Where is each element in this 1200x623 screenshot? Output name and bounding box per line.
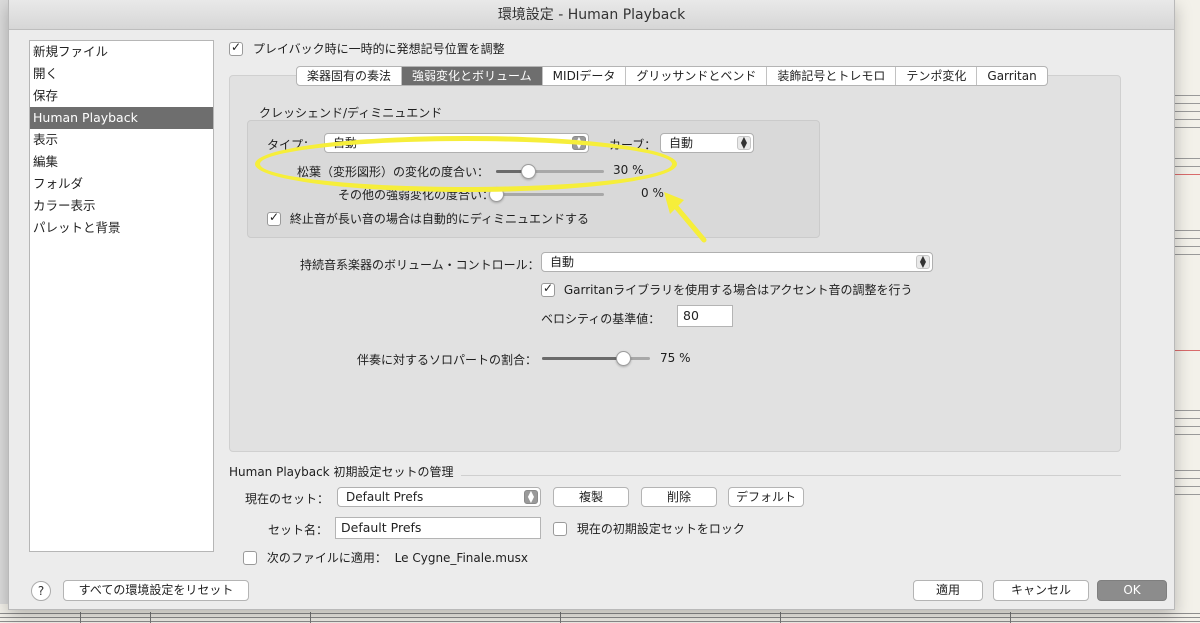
annotation-arrow-icon (664, 192, 707, 243)
adjust-expression-option: プレイバック時に一時的に発想記号位置を調整 (229, 40, 505, 57)
solo-ratio-slider-knob[interactable] (616, 351, 631, 366)
lock-set-checkbox[interactable] (553, 521, 567, 536)
cresc-section-title: クレッシェンド/ディミニュエンド (259, 106, 443, 120)
sustain-select-value: 自動 (550, 255, 575, 269)
set-name-label: セット名： (268, 523, 329, 537)
sidebar-item-folders[interactable]: フォルダ (30, 173, 213, 195)
apply-button[interactable]: 適用 (913, 580, 983, 601)
apply-next-label: 次のファイルに適用： (266, 551, 387, 565)
sidebar-item-view[interactable]: 表示 (30, 129, 213, 151)
current-set-label: 現在のセット： (245, 492, 330, 506)
lock-set-option: 現在の初期設定セットをロック (553, 520, 745, 537)
chevron-updown-icon: ▲ ▼ (916, 255, 930, 269)
curve-select-value: 自動 (669, 136, 694, 150)
delete-button[interactable]: 削除 (641, 487, 717, 507)
window-title: 環境設定 - Human Playback (9, 0, 1174, 30)
solo-ratio-slider[interactable] (542, 351, 650, 366)
solo-ratio-slider-fill (542, 357, 623, 360)
chevron-updown-icon: ▲ ▼ (524, 490, 538, 504)
auto-dim-label: 終止音が長い音の場合は自動的にディミニュエンドする (289, 212, 589, 226)
solo-ratio-value: 75 % (660, 351, 691, 365)
current-set-value: Default Prefs (346, 490, 424, 504)
apply-next-option: 次のファイルに適用： Le Cygne_Finale.musx (243, 549, 528, 566)
sustain-label: 持続音系楽器のボリューム・コントロール： (300, 258, 540, 272)
prefs-section-title: Human Playback 初期設定セットの管理 (229, 465, 454, 479)
lock-set-label: 現在の初期設定セットをロック (576, 522, 745, 536)
prefs-section-divider (461, 475, 1121, 476)
help-icon[interactable]: ? (31, 581, 51, 601)
tab-dynamics-volume[interactable]: 強弱変化とボリューム (402, 67, 543, 85)
sidebar-item-open[interactable]: 開く (30, 63, 213, 85)
sidebar-item-save[interactable]: 保存 (30, 85, 213, 107)
solo-ratio-label: 伴奏に対するソロパートの割合： (357, 353, 538, 367)
tab-tempo-changes[interactable]: テンポ変化 (896, 67, 978, 85)
background-score-page (1175, 0, 1200, 623)
garritan-accent-checkbox[interactable] (541, 281, 555, 297)
sidebar-item-palettes[interactable]: パレットと背景 (30, 217, 213, 239)
reset-all-button[interactable]: すべての環境設定をリセット (63, 580, 249, 601)
tab-bar: 楽器固有の奏法 強弱変化とボリューム MIDIデータ グリッサンドとベンド 装飾… (296, 66, 1048, 86)
sidebar-item-color[interactable]: カラー表示 (30, 195, 213, 217)
tab-glissando-bend[interactable]: グリッサンドとベンド (626, 67, 768, 85)
apply-next-filename: Le Cygne_Finale.musx (394, 550, 528, 565)
preferences-window: 環境設定 - Human Playback 新規ファイル 開く 保存 Human… (8, 0, 1175, 610)
sidebar-item-human-playback[interactable]: Human Playback (30, 107, 213, 129)
other-dynamics-slider[interactable] (489, 187, 604, 202)
set-name-input[interactable]: Default Prefs (335, 517, 541, 539)
category-list: 新規ファイル 開く 保存 Human Playback 表示 編集 フォルダ カ… (29, 40, 214, 552)
tab-instrument-techniques[interactable]: 楽器固有の奏法 (297, 67, 403, 85)
ok-button[interactable]: OK (1097, 580, 1167, 601)
auto-dim-checkbox[interactable] (267, 210, 281, 226)
curve-select[interactable]: 自動 ▲ ▼ (660, 133, 754, 153)
default-button[interactable]: デフォルト (728, 487, 804, 507)
tab-midi-data[interactable]: MIDIデータ (543, 67, 627, 85)
velocity-input[interactable]: 80 (677, 305, 733, 327)
adjust-expression-label: プレイバック時に一時的に発想記号位置を調整 (252, 42, 505, 56)
apply-next-checkbox[interactable] (243, 550, 257, 565)
sidebar-item-new-file[interactable]: 新規ファイル (30, 41, 213, 63)
duplicate-button[interactable]: 複製 (553, 487, 629, 507)
sustain-select[interactable]: 自動 ▲ ▼ (541, 252, 933, 272)
auto-dim-option: 終止音が長い音の場合は自動的にディミニュエンドする (267, 210, 589, 227)
sidebar-item-edit[interactable]: 編集 (30, 151, 213, 173)
tab-ornaments-tremolo[interactable]: 装飾記号とトレモロ (767, 67, 897, 85)
adjust-expression-checkbox[interactable] (229, 40, 243, 56)
cancel-button[interactable]: キャンセル (993, 580, 1089, 601)
tab-garritan[interactable]: Garritan (977, 67, 1046, 85)
chevron-updown-icon: ▲ ▼ (737, 136, 751, 150)
highlight-ellipse (255, 136, 677, 192)
garritan-accent-option: Garritanライブラリを使用する場合はアクセント音の調整を行う (541, 281, 913, 298)
velocity-label: ベロシティの基準値： (541, 312, 661, 326)
current-set-select[interactable]: Default Prefs ▲ ▼ (337, 487, 541, 507)
garritan-accent-label: Garritanライブラリを使用する場合はアクセント音の調整を行う (563, 283, 913, 297)
